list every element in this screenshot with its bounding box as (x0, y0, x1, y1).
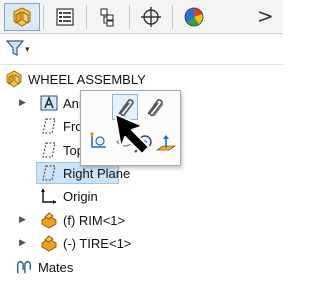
manager-tabs-toolbar: > (0, 0, 283, 34)
sketch-button[interactable] (86, 129, 112, 155)
mates-icon (15, 258, 33, 276)
chevron-down-icon: ▾ (25, 45, 30, 55)
expand-arrow-icon[interactable]: ▶ (19, 238, 26, 248)
tree-root[interactable]: WHEEL ASSEMBLY (5, 68, 146, 90)
tree-filter-button[interactable]: ▾ (6, 39, 30, 57)
dimxpert-manager-icon (141, 7, 161, 27)
annotations-icon (40, 94, 58, 112)
funnel-icon (6, 40, 24, 56)
tree-item-label: (-) TIRE<1> (63, 235, 132, 251)
overflow-chevron-icon[interactable]: > (257, 4, 274, 28)
plane-icon (40, 164, 58, 182)
part-icon (40, 211, 58, 229)
origin-icon (40, 187, 58, 205)
tree-item-rim[interactable]: (f) RIM<1> (40, 209, 125, 231)
tree-item-label: Right Plane (63, 165, 131, 181)
divider (0, 64, 283, 65)
tree-item-origin[interactable]: Origin (40, 185, 98, 207)
mouse-cursor-icon (113, 112, 153, 161)
part-icon (40, 234, 58, 252)
configuration-manager-icon (100, 8, 114, 27)
property-manager-icon (56, 8, 74, 26)
tree-item-label: Origin (63, 188, 98, 204)
feature-manager-icon (13, 7, 31, 27)
normal-to-icon (155, 135, 177, 151)
tree-item-mates[interactable]: Mates (15, 256, 73, 278)
tab-display-manager[interactable] (176, 3, 212, 31)
expand-arrow-icon[interactable]: ▶ (19, 98, 26, 108)
tab-property-manager[interactable] (47, 3, 83, 31)
assembly-icon (5, 70, 23, 88)
tree-item-tire[interactable]: (-) TIRE<1> (40, 232, 131, 254)
sketch-icon (90, 132, 106, 148)
plane-icon (40, 141, 58, 159)
tab-feature-manager[interactable] (4, 3, 40, 31)
plane-icon (40, 117, 58, 135)
tree-root-label: WHEEL ASSEMBLY (28, 71, 146, 87)
normal-to-button[interactable] (153, 131, 179, 157)
tree-item-label: Mates (38, 259, 74, 275)
tab-dimxpert-manager[interactable] (133, 3, 169, 31)
tree-item-label: (f) RIM<1> (63, 212, 126, 228)
display-manager-icon (184, 7, 204, 27)
tab-configuration-manager[interactable] (90, 3, 126, 31)
feature-manager-pane: > ▾ WHEEL ASSEMBLY ▶ Annot (0, 0, 283, 308)
expand-arrow-icon[interactable]: ▶ (19, 215, 26, 225)
